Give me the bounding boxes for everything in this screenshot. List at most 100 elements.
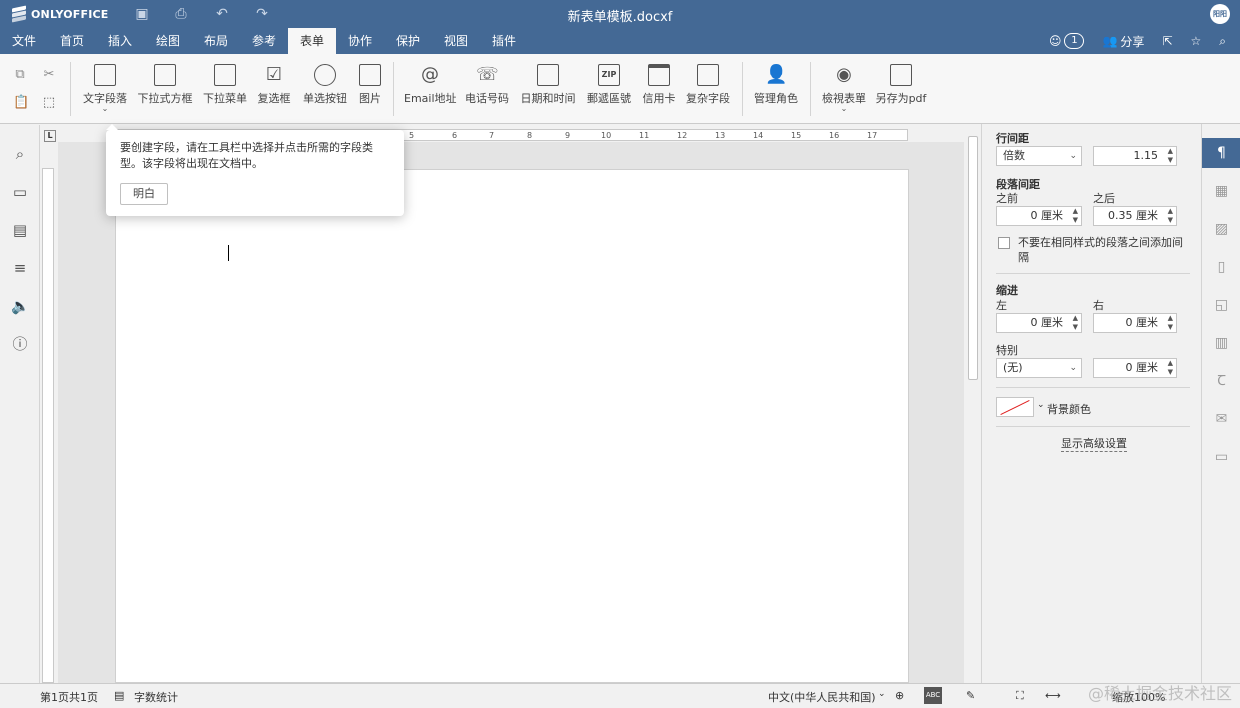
select-all-icon[interactable]: ⬚ xyxy=(42,96,56,110)
shape-settings-icon[interactable]: ◱ xyxy=(1202,290,1240,320)
indent-right-label: 右 xyxy=(1093,299,1104,312)
spinner-arrows-icon[interactable]: ▲ ▼ xyxy=(1168,314,1173,332)
save-icon[interactable]: ▣ xyxy=(134,6,150,22)
watermark-text: @稀土掘金技术社区 xyxy=(1087,684,1232,703)
word-count-label[interactable]: 字数统计 xyxy=(134,689,178,705)
table-settings-icon[interactable]: ▦ xyxy=(1202,176,1240,206)
got-it-button[interactable]: 明白 xyxy=(120,183,168,205)
cut-icon[interactable]: ✂ xyxy=(42,68,56,82)
credit-card-button[interactable]: 信用卡 xyxy=(640,64,678,106)
tab-home[interactable]: 首页 xyxy=(48,28,96,54)
paragraph-settings-icon[interactable]: ¶ xyxy=(1202,138,1240,168)
combo-box-button[interactable]: 下拉式方框 xyxy=(136,64,194,106)
zip-code-button[interactable]: ZIP 郵遞區號 xyxy=(585,64,633,106)
scrollbar-thumb[interactable] xyxy=(968,136,978,380)
form-settings-icon[interactable]: ▭ xyxy=(1202,442,1240,472)
onlyoffice-logo-icon xyxy=(12,5,26,23)
chevron-down-icon[interactable]: ⌄ xyxy=(1037,400,1045,410)
open-location-button[interactable]: ⇱ xyxy=(1162,34,1172,48)
tab-draw[interactable]: 绘图 xyxy=(144,28,192,54)
email-button[interactable]: @ Email地址 xyxy=(404,64,457,106)
vertical-scrollbar[interactable] xyxy=(966,124,980,683)
language-select[interactable]: 中文(中华人民共和国) xyxy=(768,689,876,705)
background-color-picker[interactable] xyxy=(996,397,1034,417)
spinner-arrows-icon[interactable]: ▲ ▼ xyxy=(1168,207,1173,225)
advanced-settings-link[interactable]: 显示高级设置 xyxy=(1061,435,1127,452)
toolbar-separator xyxy=(393,62,394,116)
document-page[interactable] xyxy=(115,169,909,683)
image-label: 图片 xyxy=(359,92,381,105)
image-button[interactable]: 图片 xyxy=(356,64,384,106)
save-as-pdf-button[interactable]: 另存为pdf xyxy=(875,64,927,106)
date-time-button[interactable]: 日期和时间 xyxy=(519,64,577,106)
track-changes-icon[interactable]: ✎ xyxy=(966,689,975,702)
print-icon[interactable]: ⎙ xyxy=(173,6,189,22)
indent-right-spinner[interactable]: 0 厘米 ▲ ▼ xyxy=(1093,313,1177,333)
special-indent-spinner[interactable]: 0 厘米 ▲ ▼ xyxy=(1093,358,1177,378)
line-spacing-mode-select[interactable]: 倍数 ⌄ xyxy=(996,146,1082,166)
user-avatar[interactable]: 阳阳 xyxy=(1210,4,1230,24)
tab-file[interactable]: 文件 xyxy=(0,28,48,54)
image-settings-icon[interactable]: ▨ xyxy=(1202,214,1240,244)
favorite-button[interactable]: ☆ xyxy=(1191,34,1202,48)
combo-box-icon xyxy=(154,64,176,86)
line-spacing-spinner[interactable]: 1.15 ▲ ▼ xyxy=(1093,146,1177,166)
manage-roles-button[interactable]: 👤 管理角色 xyxy=(752,64,800,106)
spell-check-icon[interactable]: ABC xyxy=(924,687,942,704)
chat-icon[interactable]: ▤ xyxy=(11,221,29,239)
ruler-number: 15 xyxy=(791,131,802,140)
special-indent-select[interactable]: (无) ⌄ xyxy=(996,358,1082,378)
paste-icon[interactable]: 📋 xyxy=(13,96,29,110)
toolbar-separator xyxy=(70,62,71,116)
dropdown-button[interactable]: 下拉菜单 xyxy=(201,64,249,106)
no-space-checkbox[interactable] xyxy=(998,237,1010,249)
word-count-icon[interactable]: ▤ xyxy=(114,689,124,702)
phone-button[interactable]: ☏ 电话号码 xyxy=(463,64,511,106)
text-field-button[interactable]: 文字段落 ⌄ xyxy=(80,64,130,113)
tab-references[interactable]: 参考 xyxy=(240,28,288,54)
spacing-after-spinner[interactable]: 0.35 厘米 ▲ ▼ xyxy=(1093,206,1177,226)
fit-width-icon[interactable]: ⟷ xyxy=(1045,689,1061,702)
spinner-arrows-icon[interactable]: ▲ ▼ xyxy=(1168,147,1173,165)
header-footer-icon[interactable]: ▯ xyxy=(1202,252,1240,282)
indent-left-spinner[interactable]: 0 厘米 ▲ ▼ xyxy=(996,313,1082,333)
redo-icon[interactable]: ↷ xyxy=(254,6,270,22)
copy-icon[interactable]: ⧉ xyxy=(13,68,27,82)
text-art-icon[interactable]: Ꞇ xyxy=(1202,366,1240,396)
search-button[interactable]: ⌕ xyxy=(1219,34,1226,49)
tab-protection[interactable]: 保护 xyxy=(384,28,432,54)
share-button[interactable]: 👥 分享 xyxy=(1102,33,1144,50)
spinner-arrows-icon[interactable]: ▲ ▼ xyxy=(1168,359,1173,377)
chart-settings-icon[interactable]: ▥ xyxy=(1202,328,1240,358)
spacing-before-spinner[interactable]: 0 厘米 ▲ ▼ xyxy=(996,206,1082,226)
complex-field-button[interactable]: 复杂字段 xyxy=(684,64,732,106)
comments-icon[interactable]: ▭ xyxy=(11,183,29,201)
tab-collaboration[interactable]: 协作 xyxy=(336,28,384,54)
fit-page-icon[interactable]: ⛶ xyxy=(1016,689,1024,703)
undo-icon[interactable]: ↶ xyxy=(214,6,230,22)
users-button[interactable]: ☺ 1 xyxy=(1049,33,1085,49)
tab-layout[interactable]: 布局 xyxy=(192,28,240,54)
tab-stop-selector[interactable]: L xyxy=(44,130,56,142)
radio-button-button[interactable]: 单选按钮 xyxy=(300,64,350,106)
chevron-down-icon[interactable]: ⌄ xyxy=(878,689,886,699)
feedback-icon[interactable]: 🔈 xyxy=(11,297,30,315)
tab-forms[interactable]: 表单 xyxy=(288,28,336,54)
tab-insert[interactable]: 插入 xyxy=(96,28,144,54)
navigation-icon[interactable]: ≡ xyxy=(11,259,29,277)
globe-icon[interactable]: ⊕ xyxy=(895,689,904,702)
search-icon[interactable]: ⌕ xyxy=(11,145,29,163)
view-form-button[interactable]: ◉ 檢視表單 ⌄ xyxy=(820,64,868,113)
mail-merge-icon[interactable]: ✉ xyxy=(1202,404,1240,434)
tab-view[interactable]: 视图 xyxy=(432,28,480,54)
spinner-arrows-icon[interactable]: ▲ ▼ xyxy=(1073,207,1078,225)
paragraph-settings-panel: 行间距 倍数 ⌄ 1.15 ▲ ▼ 段落间距 之前 之后 0 厘米 ▲ ▼ 0.35… xyxy=(981,124,1200,683)
checkbox-button[interactable]: ☑ 复选框 xyxy=(255,64,293,106)
vertical-ruler[interactable] xyxy=(42,168,54,683)
about-icon[interactable]: ⓘ xyxy=(11,335,29,353)
page-info[interactable]: 第1页共1页 xyxy=(40,689,98,705)
line-spacing-value: 1.15 xyxy=(1133,149,1159,162)
tab-plugins[interactable]: 插件 xyxy=(480,28,528,54)
image-icon xyxy=(359,64,381,86)
spinner-arrows-icon[interactable]: ▲ ▼ xyxy=(1073,314,1078,332)
